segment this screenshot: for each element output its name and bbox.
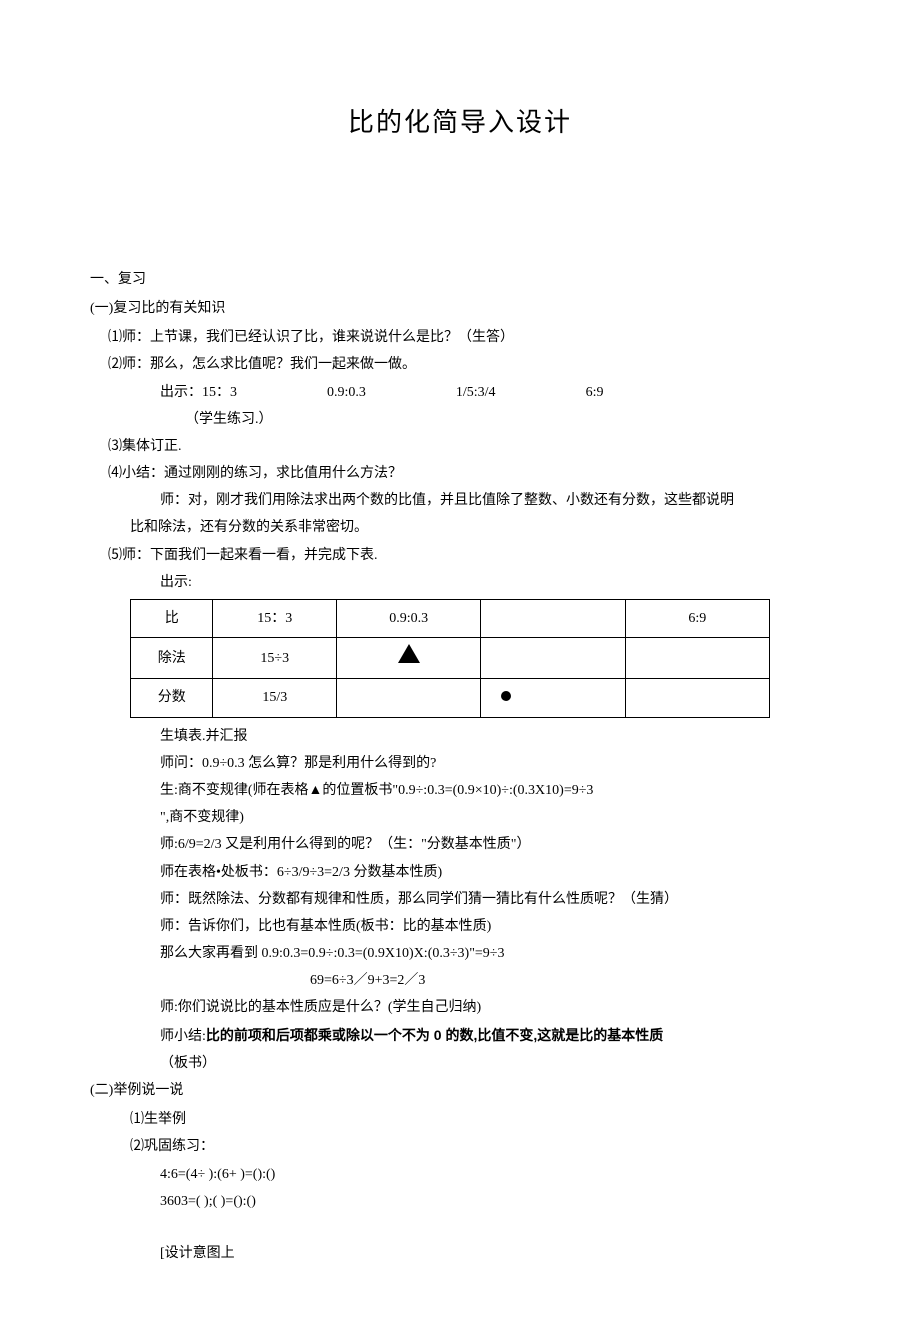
table-cell: 除法 — [131, 638, 213, 679]
table-cell — [337, 679, 481, 717]
table-cell: 6:9 — [625, 600, 769, 638]
text-line: 师：告诉你们，比也有基本性质(板书：比的基本性质) — [160, 914, 830, 939]
summary-prefix: 师小结: — [160, 1029, 206, 1044]
summary-bold: 比的前项和后项都乘或除以一个不为 0 的数,比值不变,这就是比的基本性质 — [206, 1027, 663, 1043]
text-line: 生:商不变规律(师在表格▲的位置板书"0.9÷:0.3=(0.9×10)÷:(0… — [160, 778, 830, 803]
text-line: 师：对，刚才我们用除法求出两个数的比值，并且比值除了整数、小数还有分数，这些都说… — [160, 488, 830, 513]
text-line: 师:你们说说比的基本性质应是什么？(学生自己归纳) — [160, 995, 830, 1020]
table-row: 除法 15÷3 — [131, 638, 770, 679]
text-line: 师在表格•处板书：6÷3/9÷3=2/3 分数基本性质) — [160, 860, 830, 885]
text-line: 出示: — [160, 570, 830, 595]
text-line: ⑴生举例 — [130, 1107, 830, 1132]
table-cell-dot — [481, 679, 625, 717]
text-line: 生填表.并汇报 — [160, 724, 830, 749]
example-item: 1/5:3/4 — [456, 380, 496, 405]
table-cell: 分数 — [131, 679, 213, 717]
table-row: 分数 15/3 — [131, 679, 770, 717]
text-line: ⑴师：上节课，我们已经认识了比，谁来说说什么是比？（生答） — [108, 325, 830, 350]
example-item: 6:9 — [586, 380, 604, 405]
design-intent-line: [设计意图上 — [160, 1241, 830, 1266]
table-cell: 15÷3 — [213, 638, 337, 679]
exercise-line: 3603=( );( )=():() — [160, 1189, 830, 1214]
example-row: 出示：15：3 0.9:0.3 1/5:3/4 6:9 — [160, 380, 830, 405]
subsection-1-heading: (一)复习比的有关知识 — [90, 296, 830, 321]
table-cell — [481, 600, 625, 638]
text-line: ⑵师：那么，怎么求比值呢？我们一起来做一做。 — [108, 352, 830, 377]
table-cell: 比 — [131, 600, 213, 638]
text-line: 那么大家再看到 0.9:0.3=0.9÷:0.3=(0.9X10)X:(0.3÷… — [160, 941, 830, 966]
table-cell-triangle — [337, 638, 481, 679]
table-cell — [625, 638, 769, 679]
example-item: 出示：15：3 — [160, 380, 237, 405]
table-cell — [625, 679, 769, 717]
table-row: 比 15：3 0.9:0.3 6:9 — [131, 600, 770, 638]
text-line: ",商不变规律) — [160, 805, 830, 830]
text-line: ⑵巩固练习： — [130, 1134, 830, 1159]
text-line: ⑷小结：通过刚刚的练习，求比值用什么方法？ — [108, 461, 830, 486]
table-cell: 15：3 — [213, 600, 337, 638]
section-1-heading: 一、复习 — [90, 267, 830, 292]
subsection-2-heading: (二)举例说一说 — [90, 1078, 830, 1103]
text-line: ⑸师：下面我们一起来看一看，并完成下表. — [108, 543, 830, 568]
text-line: （板书） — [160, 1051, 830, 1076]
text-line: 师：既然除法、分数都有规律和性质，那么同学们猜一猜比有什么性质呢？（生猜） — [160, 887, 830, 912]
text-line: ⑶集体订正. — [108, 434, 830, 459]
dot-icon — [501, 691, 511, 701]
text-line: 师:6/9=2/3 又是利用什么得到的呢？（生："分数基本性质"） — [160, 832, 830, 857]
page-title: 比的化简导入设计 — [90, 100, 830, 147]
triangle-icon — [398, 644, 420, 663]
text-line: 69=6÷3／9+3=2／3 — [310, 968, 830, 993]
table-cell: 0.9:0.3 — [337, 600, 481, 638]
ratio-table: 比 15：3 0.9:0.3 6:9 除法 15÷3 分数 15/3 — [130, 599, 770, 718]
text-line: 比和除法，还有分数的关系非常密切。 — [130, 515, 830, 540]
table-cell — [481, 638, 625, 679]
summary-line: 师小结:比的前项和后项都乘或除以一个不为 0 的数,比值不变,这就是比的基本性质 — [160, 1023, 830, 1049]
example-item: 0.9:0.3 — [327, 380, 366, 405]
text-line: 师问：0.9÷0.3 怎么算？那是利用什么得到的? — [160, 751, 830, 776]
text-line: （学生练习.） — [185, 407, 830, 432]
exercise-line: 4:6=(4÷ ):(6+ )=():() — [160, 1162, 830, 1187]
table-cell: 15/3 — [213, 679, 337, 717]
